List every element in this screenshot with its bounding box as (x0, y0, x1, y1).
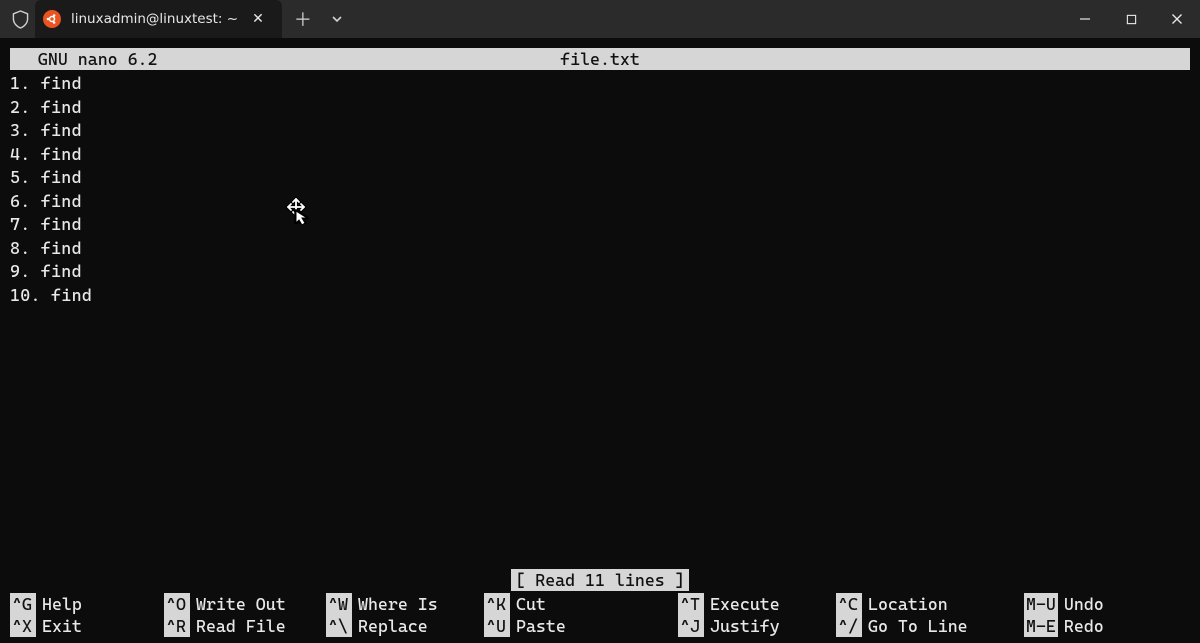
shortcut-label: Location (868, 593, 948, 615)
shortcut-key: ^O (164, 593, 190, 615)
shortcut-label: Cut (516, 593, 546, 615)
shortcut-label: Execute (710, 593, 780, 615)
shortcut-item: ^O Write Out (164, 593, 326, 615)
editor-line[interactable]: 5. find (10, 166, 1190, 190)
shortcut-item: M-U Undo (1024, 593, 1154, 615)
shortcut-key: ^U (484, 615, 510, 637)
editor-line[interactable]: 7. find (10, 213, 1190, 237)
window-controls (1062, 0, 1200, 38)
shortcut-key: ^/ (836, 615, 862, 637)
terminal-tab[interactable]: linuxadmin@linuxtest: ~ ✕ (35, 0, 282, 38)
nano-header: GNU nano 6.2 file.txt (10, 48, 1190, 70)
shortcut-item: ^C Location (836, 593, 1024, 615)
editor-body[interactable]: 1. find2. find3. find4. find5. find6. fi… (10, 72, 1190, 569)
close-window-button[interactable] (1154, 0, 1200, 38)
shortcut-key: ^X (10, 615, 36, 637)
shortcut-key: ^C (836, 593, 862, 615)
shortcut-label: Undo (1064, 593, 1104, 615)
shortcut-item: ^T Execute (678, 593, 836, 615)
maximize-button[interactable] (1108, 0, 1154, 38)
editor-line[interactable]: 4. find (10, 143, 1190, 167)
shortcut-item: M-E Redo (1024, 615, 1154, 637)
nano-app-label: GNU nano 6.2 (18, 48, 157, 70)
shortcut-label: Justify (710, 615, 780, 637)
shortcut-key: ^J (678, 615, 704, 637)
editor-line[interactable]: 3. find (10, 119, 1190, 143)
shortcut-item: ^\ Replace (326, 615, 484, 637)
shortcut-key: ^T (678, 593, 704, 615)
shortcut-key: ^W (326, 593, 352, 615)
editor-line[interactable]: 10. find (10, 284, 1190, 308)
shortcut-label: Redo (1064, 615, 1104, 637)
titlebar: linuxadmin@linuxtest: ~ ✕ ＋ (0, 0, 1200, 38)
shortcut-item: ^G Help (10, 593, 164, 615)
shortcut-item: ^K Cut (484, 593, 678, 615)
editor-line[interactable]: 8. find (10, 237, 1190, 261)
tab-close-button[interactable]: ✕ (248, 9, 268, 29)
shortcut-label: Paste (516, 615, 566, 637)
shortcut-key: ^G (10, 593, 36, 615)
shortcut-item: ^R Read File (164, 615, 326, 637)
nano-file-label: file.txt (560, 48, 640, 70)
nano-shortcut-bar: ^G Help ^O Write Out ^W Where Is ^K Cut ^T Execut… (10, 593, 1190, 637)
shortcut-label: Exit (42, 615, 82, 637)
shortcut-label: Help (42, 593, 82, 615)
shortcut-item: ^/ Go To Line (836, 615, 1024, 637)
new-tab-button[interactable]: ＋ (288, 4, 318, 34)
editor-line[interactable]: 1. find (10, 72, 1190, 96)
shortcut-item: ^X Exit (10, 615, 164, 637)
nano-status: [ Read 11 lines ] (511, 569, 688, 591)
editor-line[interactable]: 2. find (10, 96, 1190, 120)
nano-status-row: [ Read 11 lines ] (10, 569, 1190, 591)
editor-line[interactable]: 6. find (10, 190, 1190, 214)
shortcut-key: M-E (1024, 615, 1058, 637)
editor-line[interactable]: 9. find (10, 260, 1190, 284)
shortcut-item: ^W Where Is (326, 593, 484, 615)
shortcut-label: Read File (196, 615, 286, 637)
tab-title: linuxadmin@linuxtest: ~ (71, 11, 238, 27)
titlebar-left (0, 0, 29, 38)
shortcut-label: Write Out (196, 593, 286, 615)
shortcut-item: ^U Paste (484, 615, 678, 637)
shortcut-label: Replace (358, 615, 428, 637)
shortcut-label: Where Is (358, 593, 438, 615)
shortcut-key: ^\ (326, 615, 352, 637)
shortcut-key: ^K (484, 593, 510, 615)
shield-icon (12, 10, 29, 29)
shortcut-key: M-U (1024, 593, 1058, 615)
shortcut-row: ^X Exit ^R Read File ^\ Replace ^U Paste ^J Justi… (10, 615, 1190, 637)
shortcut-label: Go To Line (868, 615, 968, 637)
ubuntu-icon (43, 10, 61, 28)
tab-actions: ＋ (282, 0, 352, 38)
shortcut-row: ^G Help ^O Write Out ^W Where Is ^K Cut ^T Execut… (10, 593, 1190, 615)
tab-dropdown-button[interactable] (322, 4, 352, 34)
shortcut-key: ^R (164, 615, 190, 637)
minimize-button[interactable] (1062, 0, 1108, 38)
shortcut-item: ^J Justify (678, 615, 836, 637)
terminal-area[interactable]: GNU nano 6.2 file.txt 1. find2. find3. f… (0, 38, 1200, 643)
